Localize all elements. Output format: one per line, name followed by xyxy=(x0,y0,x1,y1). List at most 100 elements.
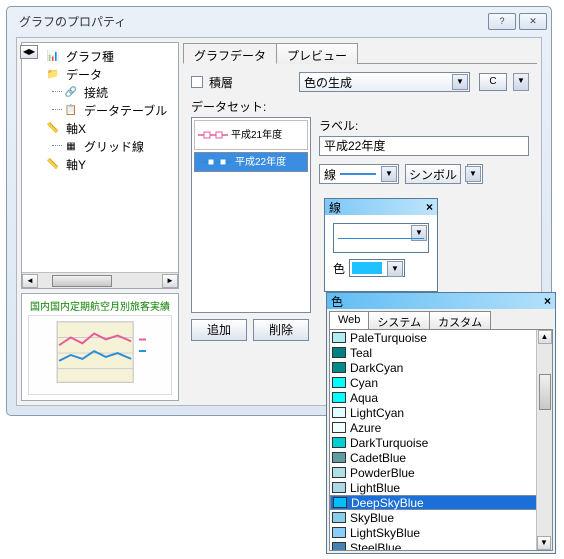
h-scrollbar[interactable]: ◄ ► xyxy=(22,272,178,288)
color-swatch xyxy=(332,437,346,448)
color-swatch xyxy=(332,452,346,463)
color-name: LightBlue xyxy=(350,481,400,495)
label-label: ラベル: xyxy=(319,117,529,134)
color-swatch xyxy=(332,392,346,403)
tree-item[interactable]: 📊 グラフ種 xyxy=(44,47,176,65)
line-select[interactable]: 線 ▼ xyxy=(319,164,399,184)
color-item[interactable]: DarkCyan xyxy=(330,360,552,375)
tab-system[interactable]: システム xyxy=(368,311,430,329)
line-popup: 線 × ▼ 色 ▼ xyxy=(324,198,438,292)
tree-item[interactable]: 📁データ xyxy=(44,65,176,83)
property-tree[interactable]: 📊 グラフ種📁データ🔗接続 📋 データテーブル 📏 軸X▦グリッド線📏軸Y xyxy=(22,43,178,272)
color-gen-select[interactable]: 色の生成 ▼ xyxy=(299,72,470,92)
tree-item[interactable]: 📏 軸X xyxy=(44,119,176,137)
tab-custom[interactable]: カスタム xyxy=(429,311,491,329)
dataset-item[interactable]: 平成22年度 xyxy=(194,152,308,172)
color-item[interactable]: SkyBlue xyxy=(330,510,552,525)
symbol-button[interactable]: シンボル xyxy=(405,164,461,184)
tree-item[interactable]: ▦グリッド線 xyxy=(44,137,176,155)
scroll-left-icon[interactable]: ◄ xyxy=(22,274,38,288)
color-list[interactable]: PaleTurquoiseTealDarkCyanCyanAquaLightCy… xyxy=(329,329,553,551)
tree-item[interactable]: 🔗接続 xyxy=(44,83,176,101)
color-swatch xyxy=(332,482,346,493)
color-item[interactable]: LightCyan xyxy=(330,405,552,420)
color-item[interactable]: CadetBlue xyxy=(330,450,552,465)
color-item[interactable]: PaleTurquoise xyxy=(330,330,552,345)
scroll-right-icon[interactable]: ► xyxy=(162,274,178,288)
tab-graph-data[interactable]: グラフデータ xyxy=(183,43,277,64)
color-swatch xyxy=(333,497,347,508)
tab-web[interactable]: Web xyxy=(329,311,369,329)
add-button[interactable]: 追加 xyxy=(191,319,247,341)
series-icon xyxy=(199,151,235,173)
titlebar: グラフのプロパティ ? ✕ xyxy=(7,7,551,35)
line-style-select[interactable]: ▼ xyxy=(333,223,429,253)
line-color-select[interactable]: ▼ xyxy=(349,259,405,277)
color-swatch xyxy=(332,407,346,418)
dataset-list[interactable]: 平成21年度平成22年度 xyxy=(191,117,311,313)
help-button[interactable]: ? xyxy=(488,13,516,30)
close-button[interactable]: ✕ xyxy=(519,13,547,30)
color-item[interactable]: LightBlue xyxy=(330,480,552,495)
color-name: DarkTurquoise xyxy=(350,436,428,450)
close-icon[interactable]: × xyxy=(426,200,433,214)
color-name: Azure xyxy=(350,421,381,435)
color-name: Teal xyxy=(350,346,372,360)
chevron-down-icon: ▼ xyxy=(411,225,427,241)
tree-icon: 📏 xyxy=(44,157,62,171)
color-item[interactable]: DeepSkyBlue xyxy=(330,495,552,510)
color-popup-title: 色 xyxy=(331,293,343,310)
color-swatch xyxy=(332,362,346,373)
v-scrollbar[interactable]: ▲ ▼ xyxy=(536,330,552,550)
dataset-label: データセット: xyxy=(191,98,529,115)
color-swatch xyxy=(332,527,346,538)
chevron-down-icon: ▼ xyxy=(381,166,397,182)
color-tab-strip: Web システム カスタム xyxy=(327,309,555,329)
close-icon[interactable]: × xyxy=(544,294,551,308)
scroll-thumb[interactable] xyxy=(52,275,112,287)
color-name: PaleTurquoise xyxy=(350,331,427,345)
dataset-label: 平成21年度 xyxy=(231,130,307,141)
color-item[interactable]: Teal xyxy=(330,345,552,360)
scroll-down-icon[interactable]: ▼ xyxy=(537,536,551,550)
color-swatch xyxy=(352,262,382,274)
color-name: LightSkyBlue xyxy=(350,526,420,540)
stack-label: 積層 xyxy=(209,74,233,91)
color-swatch xyxy=(332,467,346,478)
scroll-up-icon[interactable]: ▲ xyxy=(538,330,552,344)
collapse-button[interactable]: ◀▶ xyxy=(20,45,38,59)
color-item[interactable]: Aqua xyxy=(330,390,552,405)
color-swatch xyxy=(332,377,346,388)
color-name: DarkCyan xyxy=(350,361,403,375)
color-item[interactable]: SteelBlue xyxy=(330,540,552,551)
color-item[interactable]: Azure xyxy=(330,420,552,435)
color-item[interactable]: Cyan xyxy=(330,375,552,390)
preview-title: 国内国内定期航空月別旅客実績 xyxy=(24,298,176,313)
scroll-thumb[interactable] xyxy=(539,374,551,410)
color-name: SkyBlue xyxy=(350,511,394,525)
color-name: Cyan xyxy=(350,376,378,390)
color-item[interactable]: LightSkyBlue xyxy=(330,525,552,540)
tree-icon: 📋 xyxy=(62,103,80,117)
dataset-item[interactable]: 平成21年度 xyxy=(194,120,308,150)
c-dropdown[interactable]: ▼ xyxy=(513,73,529,91)
stack-checkbox[interactable] xyxy=(191,76,203,88)
label-input[interactable]: 平成22年度 xyxy=(319,136,529,156)
color-name: DeepSkyBlue xyxy=(351,496,424,510)
line-popup-header: 線 × xyxy=(325,199,437,215)
tree-item-label: データテーブル xyxy=(84,102,167,119)
tree-item-label: 軸X xyxy=(66,120,86,137)
tree-item[interactable]: 📋 データテーブル xyxy=(44,101,176,119)
symbol-select[interactable]: ● ▼ xyxy=(467,164,483,184)
chevron-down-icon: ▼ xyxy=(465,166,481,182)
tree-icon: 📏 xyxy=(44,121,62,135)
tree-icon: 📊 xyxy=(44,49,62,63)
color-item[interactable]: PowderBlue xyxy=(330,465,552,480)
tree-item[interactable]: 📏軸Y xyxy=(44,155,176,173)
c-button[interactable]: C xyxy=(479,73,507,91)
delete-button[interactable]: 削除 xyxy=(253,319,309,341)
chevron-down-icon: ▼ xyxy=(452,74,468,90)
color-item[interactable]: DarkTurquoise xyxy=(330,435,552,450)
tab-preview[interactable]: プレビュー xyxy=(276,43,358,64)
tree-item-label: グラフ種 xyxy=(66,48,114,65)
